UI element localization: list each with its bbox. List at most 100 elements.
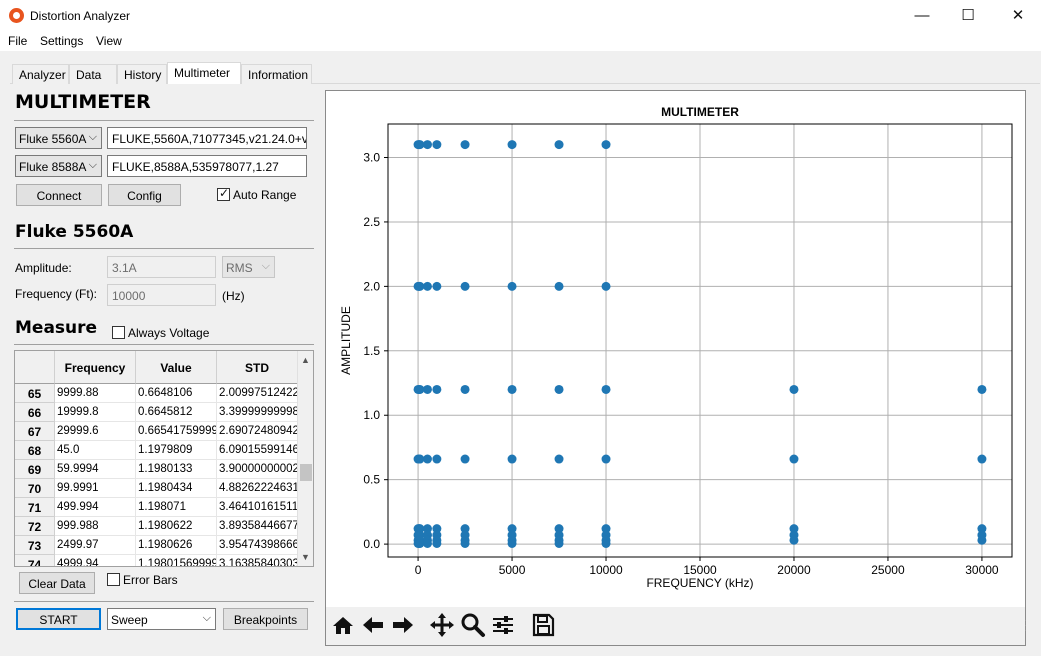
frequency-input[interactable]: 10000	[107, 284, 216, 306]
chevron-down-icon: ⌵	[202, 612, 211, 624]
tab-analyzer[interactable]: Analyzer	[12, 64, 69, 84]
row-header[interactable]: 74	[15, 555, 55, 566]
row-header[interactable]: 68	[15, 441, 55, 460]
close-button[interactable]: ✕	[995, 0, 1041, 31]
row-header[interactable]: 66	[15, 403, 55, 422]
cell-std: 3.95474398666	[217, 536, 298, 555]
scroll-up-icon[interactable]: ▲	[301, 355, 310, 365]
cell-std: 3.16385840303	[217, 555, 298, 566]
row-header[interactable]: 67	[15, 422, 55, 441]
row-header[interactable]: 70	[15, 479, 55, 498]
multimeter-heading: MULTIMETER	[15, 91, 151, 113]
data-point	[422, 281, 432, 291]
chart-title: MULTIMETER	[661, 105, 739, 119]
menu-view[interactable]: View	[96, 34, 122, 48]
data-point	[507, 281, 517, 291]
data-point	[601, 384, 611, 394]
x-axis-label: FREQUENCY (kHz)	[646, 576, 753, 590]
row-header[interactable]: 71	[15, 498, 55, 517]
save-icon[interactable]	[529, 611, 557, 639]
scatter-chart[interactable]: 0 5000 10000 15000 20000 25000 30000 0.0 0.5 1.0 1…	[326, 91, 1025, 607]
row-header[interactable]: 72	[15, 517, 55, 536]
instrument1-select[interactable]: Fluke 5560A ⌵	[15, 127, 102, 149]
instrument1-id-field[interactable]: FLUKE,5560A,71077345,v21.24.0+v4.0	[107, 127, 307, 149]
chevron-down-icon: ⌵	[88, 159, 97, 171]
back-arrow-icon[interactable]	[359, 611, 387, 639]
x-tick-label: 10000	[589, 563, 623, 577]
start-button[interactable]: START	[16, 608, 101, 630]
app-logo-icon	[9, 8, 24, 23]
data-point	[460, 384, 470, 394]
zoom-icon[interactable]	[459, 611, 487, 639]
breakpoints-button[interactable]: Breakpoints	[223, 608, 308, 630]
instrument2-model: Fluke 8588A	[19, 160, 87, 174]
table-row[interactable]: 71 499.994 1.198071 3.46410161511	[15, 498, 298, 517]
data-point	[507, 384, 517, 394]
cell-frequency: 45.0	[55, 441, 136, 460]
configure-subplots-icon[interactable]	[489, 611, 517, 639]
tab-history[interactable]: History	[117, 64, 167, 84]
data-point	[601, 281, 611, 291]
data-point	[554, 454, 564, 464]
column-header-std[interactable]: STD	[217, 351, 298, 384]
tab-data[interactable]: Data	[69, 64, 117, 84]
error-bars-label: Error Bars	[123, 573, 178, 587]
x-tick-label: 15000	[683, 563, 717, 577]
resize-grip-icon[interactable]: · · ·	[1024, 616, 1027, 635]
data-point	[432, 140, 442, 150]
pan-icon[interactable]	[428, 611, 456, 639]
amplitude-unit: RMS	[226, 261, 253, 275]
scroll-down-icon[interactable]: ▼	[301, 552, 310, 562]
minimize-button[interactable]: —	[899, 0, 945, 31]
mode-value: Sweep	[111, 613, 148, 627]
table-scrollbar[interactable]: ▲ ▼	[297, 351, 313, 566]
menu-file[interactable]: File	[8, 34, 27, 48]
data-point	[432, 454, 442, 464]
table-row[interactable]: 73 2499.97 1.1980626 3.95474398666	[15, 536, 298, 555]
clear-data-button[interactable]: Clear Data	[19, 572, 95, 594]
table-row[interactable]: 69 59.9994 1.1980133 3.90000000002	[15, 460, 298, 479]
cell-value: 1.198071	[136, 498, 217, 517]
cell-frequency: 2499.97	[55, 536, 136, 555]
cell-value: 1.1980133	[136, 460, 217, 479]
config-button[interactable]: Config	[108, 184, 181, 206]
table-row[interactable]: 72 999.988 1.1980622 3.89358446677	[15, 517, 298, 536]
maximize-button[interactable]: ☐	[945, 0, 991, 31]
table-row[interactable]: 65 9999.88 0.6648106 2.00997512422	[15, 384, 298, 403]
window-title: Distortion Analyzer	[30, 9, 131, 23]
y-tick-label: 2.0	[363, 279, 380, 293]
amplitude-unit-select[interactable]: RMS ⌵	[222, 256, 275, 278]
column-header-value[interactable]: Value	[136, 351, 217, 384]
home-icon[interactable]	[329, 611, 357, 639]
menu-settings[interactable]: Settings	[40, 34, 83, 48]
table-row[interactable]: 74 4999.94 1.19801569999 3.16385840303	[15, 555, 298, 566]
error-bars-checkbox[interactable]	[107, 573, 120, 586]
connect-button[interactable]: Connect	[16, 184, 102, 206]
data-point	[460, 140, 470, 150]
instrument2-select[interactable]: Fluke 8588A ⌵	[15, 155, 102, 177]
scroll-thumb[interactable]	[300, 464, 312, 481]
data-point	[422, 538, 432, 548]
row-header[interactable]: 69	[15, 460, 55, 479]
column-header-frequency[interactable]: Frequency	[55, 351, 136, 384]
always-voltage-label: Always Voltage	[128, 326, 210, 340]
table-row[interactable]: 68 45.0 1.1979809 6.09015599146	[15, 441, 298, 460]
data-point	[460, 281, 470, 291]
forward-arrow-icon[interactable]	[389, 611, 417, 639]
measurement-table[interactable]: Frequency Value STD 65 9999.88 0.6648106 2.…	[14, 350, 314, 567]
instrument2-id-field[interactable]: FLUKE,8588A,535978077,1.27	[107, 155, 307, 177]
auto-range-checkbox[interactable]	[217, 186, 230, 201]
y-tick-label: 0.5	[363, 473, 380, 487]
always-voltage-checkbox[interactable]	[112, 326, 125, 339]
row-header[interactable]: 73	[15, 536, 55, 555]
table-row[interactable]: 66 19999.8 0.6645812 3.39999999998	[15, 403, 298, 422]
table-row[interactable]: 70 99.9991 1.1980434 4.88262224631	[15, 479, 298, 498]
tab-information[interactable]: Information	[241, 64, 312, 84]
row-header[interactable]: 65	[15, 384, 55, 403]
cell-std: 3.46410161511	[217, 498, 298, 517]
mode-select[interactable]: Sweep ⌵	[107, 608, 216, 630]
data-point	[432, 281, 442, 291]
tab-multimeter[interactable]: Multimeter	[167, 62, 241, 84]
amplitude-input[interactable]: 3.1A	[107, 256, 216, 278]
table-row[interactable]: 67 29999.6 0.66541759999 2.69072480942	[15, 422, 298, 441]
